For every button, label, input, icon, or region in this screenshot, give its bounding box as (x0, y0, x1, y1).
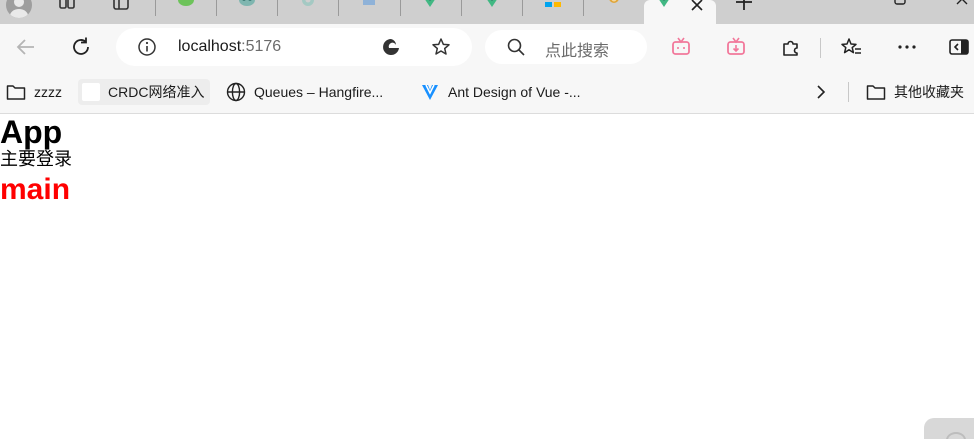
back-arrow-icon (16, 39, 34, 55)
tab-separator (461, 0, 462, 16)
address-bar[interactable]: localhost:5176 (116, 28, 472, 66)
bookmarks-separator (848, 82, 849, 102)
folder-icon (866, 85, 886, 100)
chevron-right-icon[interactable] (811, 82, 831, 102)
active-tab[interactable] (644, 0, 716, 24)
refresh-button[interactable] (68, 34, 94, 60)
login-subtitle: 主要登录 (0, 149, 72, 170)
more-icon (898, 45, 916, 49)
bookmark-crdc[interactable]: CRDC网络准入 (78, 79, 211, 105)
character-favicon-icon[interactable] (605, 0, 623, 11)
vue-favicon-icon[interactable] (483, 0, 501, 11)
url-text[interactable]: localhost:5176 (178, 38, 281, 56)
other-bookmarks-folder[interactable]: 其他收藏夹 (866, 79, 964, 105)
edge-icon[interactable] (381, 37, 401, 57)
page-content: App 主要登录 main (0, 115, 974, 439)
main-heading: main (0, 173, 71, 206)
document-favicon-icon[interactable] (360, 0, 378, 11)
browser-toolbar: localhost:5176 点此搜索 (0, 24, 974, 70)
url-host: localhost (178, 38, 242, 55)
star-icon[interactable] (431, 37, 451, 57)
tab-strip (0, 0, 974, 24)
more-menu-button[interactable] (894, 34, 920, 60)
bookmark-folder-zzzz[interactable]: zzzz (6, 79, 62, 105)
browser-window: localhost:5176 点此搜索 zzzz CRDC网络准入 Queues… (0, 0, 974, 439)
extensions-button[interactable] (778, 34, 804, 60)
antd-logo-icon (422, 84, 438, 100)
microsoft-favicon-icon[interactable] (544, 0, 562, 11)
extensions-icon (783, 40, 798, 56)
tab-separator (216, 0, 217, 16)
bookmark-label: zzzz (34, 84, 62, 100)
search-placeholder: 点此搜索 (545, 41, 610, 60)
toolbar-separator (820, 38, 821, 58)
search-box[interactable]: 点此搜索 (485, 30, 647, 64)
robot-favicon-icon[interactable] (238, 0, 256, 11)
bookmark-label: Ant Design of Vue -... (448, 84, 581, 100)
tab-separator (583, 0, 584, 16)
restore-window-icon[interactable] (893, 0, 907, 6)
tab-separator (400, 0, 401, 16)
globe-icon (226, 82, 246, 102)
close-tab-icon[interactable] (690, 0, 704, 12)
profile-avatar-icon[interactable] (6, 0, 32, 18)
vertical-tabs-icon[interactable] (112, 0, 130, 12)
new-tab-icon[interactable] (734, 0, 754, 12)
tv-icon (672, 37, 690, 55)
floating-chat-button[interactable] (924, 418, 974, 439)
blank-favicon (82, 83, 100, 101)
sidebar-icon (949, 39, 969, 55)
bookmark-label: 其他收藏夹 (894, 84, 964, 100)
bookmark-label: Queues – Hangfire... (254, 84, 384, 100)
chat-favicon-icon[interactable] (177, 0, 195, 11)
tab-separator (522, 0, 523, 16)
tab-separator (155, 0, 156, 16)
bookmark-hangfire[interactable]: Queues – Hangfire... (226, 79, 383, 105)
back-button[interactable] (13, 34, 39, 60)
bookmarks-bar: zzzz CRDC网络准入 Queues – Hangfire... Ant D… (0, 70, 974, 114)
folder-icon (6, 85, 26, 100)
sidebar-toggle-button[interactable] (946, 34, 972, 60)
tab-separator (277, 0, 278, 16)
app-heading: App (0, 114, 63, 150)
bookmark-ant-design-vue[interactable]: Ant Design of Vue -... (420, 79, 581, 105)
close-window-icon[interactable] (955, 0, 969, 6)
url-port: :5176 (241, 38, 282, 55)
info-icon[interactable] (137, 37, 157, 57)
favorites-button[interactable] (838, 34, 864, 60)
search-icon (507, 38, 525, 56)
tv-extension-button[interactable] (668, 34, 694, 60)
vue-favicon-icon[interactable] (421, 0, 439, 11)
workspaces-icon[interactable] (58, 0, 76, 12)
download-tv-icon (727, 37, 745, 55)
favorites-icon (841, 38, 861, 54)
refresh-icon (73, 37, 89, 55)
tab-separator (338, 0, 339, 16)
bookmark-label: CRDC网络准入 (108, 84, 205, 100)
tv-download-extension-button[interactable] (723, 34, 749, 60)
vue-favicon-icon (659, 0, 669, 7)
gear-favicon-icon[interactable] (299, 0, 317, 11)
